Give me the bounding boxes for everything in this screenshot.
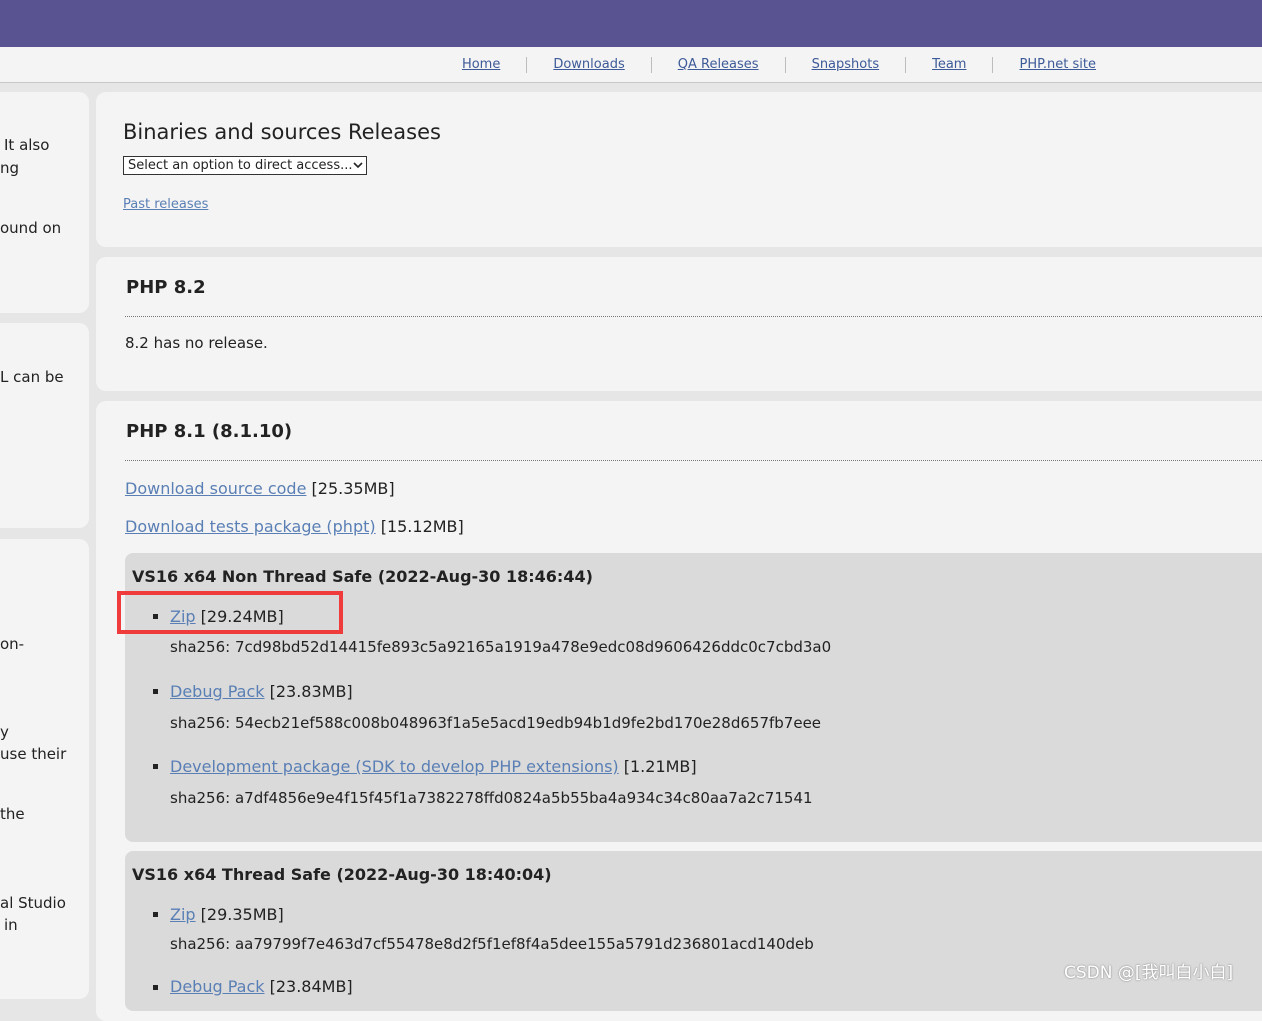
sidebar-card-3: on- y use their the al Studio in [0,539,89,999]
sha256-hash: sha256: 54ecb21ef588c008b048963f1a5e5acd… [170,714,822,732]
download-tests-link[interactable]: Download tests package (phpt) [125,517,376,536]
build-title: VS16 x64 Thread Safe (2022-Aug-30 18:40:… [132,865,552,884]
sidebar-text: y [0,723,9,741]
nav-phpnet-link[interactable]: PHP.net site [993,57,1122,72]
file-size: [15.12MB] [380,517,464,536]
section-divider [125,316,1262,317]
release-select-value: Select an option to direct access... [128,158,353,173]
section-divider [125,460,1262,461]
php82-section: PHP 8.2 8.2 has no release. [96,257,1262,391]
sidebar-text: L can be [0,368,64,386]
bullet [153,689,158,694]
build-title: VS16 x64 Non Thread Safe (2022-Aug-30 18… [132,567,593,586]
file-size: [23.83MB] [269,682,353,701]
sidebar-text: on- [0,635,25,653]
source-download: Download source code [25.35MB] [125,479,395,498]
nav-home-link[interactable]: Home [436,57,526,72]
sha256-hash: sha256: a7df4856e9e4f15f45f1a7382278ffd0… [170,789,813,807]
sha256-hash: sha256: 7cd98bd52d14415fe893c5a92165a191… [170,638,832,656]
file-size: [29.35MB] [200,905,284,924]
file-size: [25.35MB] [311,479,395,498]
releases-panel: Binaries and sources Releases Select an … [96,92,1262,247]
build-ts: VS16 x64 Thread Safe (2022-Aug-30 18:40:… [125,851,1262,1011]
sidebar-text: al Studio [0,894,66,912]
sidebar-text: ound on [0,219,62,237]
sidebar-card-2: L can be [0,323,89,528]
nav-links: Home Downloads QA Releases Snapshots Tea… [436,47,1122,82]
sidebar-text: use their [0,745,67,763]
past-releases-link[interactable]: Past releases [123,197,208,212]
watermark: CSDN @[我叫白小白] [1064,963,1234,983]
php81-title: PHP 8.1 (8.1.10) [126,421,293,442]
sidebar-text: in [4,916,18,934]
nav-downloads-link[interactable]: Downloads [527,57,650,72]
file-item: Debug Pack [23.83MB] [170,682,353,701]
file-item: Development package (SDK to develop PHP … [170,757,697,776]
file-item: Debug Pack [23.84MB] [170,977,353,996]
bullet [153,764,158,769]
release-select[interactable]: Select an option to direct access... [123,156,367,175]
page-title: Binaries and sources Releases [123,120,441,144]
bullet [153,985,158,990]
file-item: Zip [29.35MB] [170,905,284,924]
zip-download-link[interactable]: Zip [170,905,196,924]
nav-team-link[interactable]: Team [906,57,992,72]
chevron-down-icon [352,158,363,173]
sha256-hash: sha256: aa79799f7e463d7cf55478e8d2f5f1ef… [170,935,814,953]
download-source-link[interactable]: Download source code [125,479,306,498]
sidebar-text: It also [4,136,50,154]
highlight-box [117,591,343,634]
debug-pack-link[interactable]: Debug Pack [170,682,265,701]
nav-snapshots-link[interactable]: Snapshots [786,57,906,72]
debug-pack-link[interactable]: Debug Pack [170,977,265,996]
file-size: [23.84MB] [269,977,353,996]
dev-package-link[interactable]: Development package (SDK to develop PHP … [170,757,619,776]
top-navigation: Home Downloads QA Releases Snapshots Tea… [0,47,1262,83]
sidebar-text: ng [0,159,20,177]
php82-message: 8.2 has no release. [125,334,268,352]
php82-title: PHP 8.2 [126,277,206,298]
tests-download: Download tests package (phpt) [15.12MB] [125,517,464,536]
bullet [153,912,158,917]
file-size: [1.21MB] [623,757,697,776]
sidebar-text: the [0,805,25,823]
nav-qa-releases-link[interactable]: QA Releases [652,57,785,72]
site-header-bar [0,0,1262,47]
sidebar-card-1: It also ng ound on [0,92,89,313]
